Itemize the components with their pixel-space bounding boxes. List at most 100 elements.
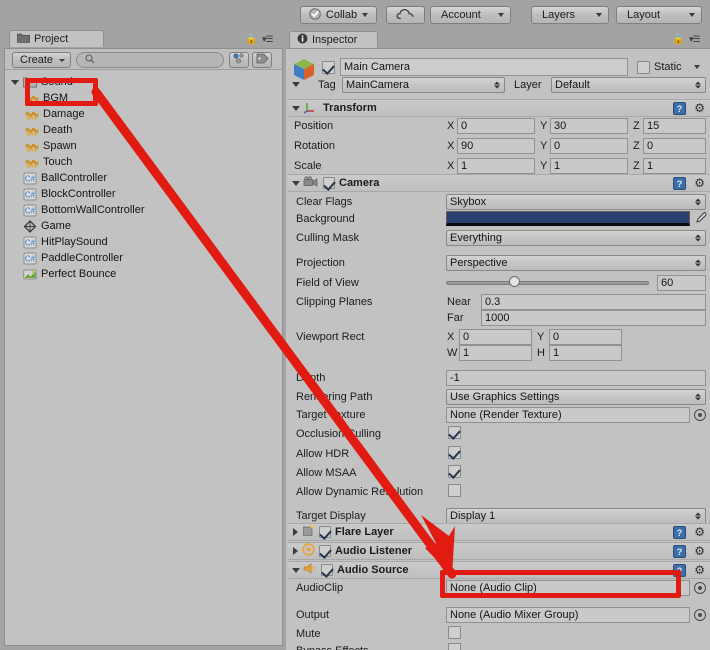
position-y-input[interactable]: 30 [550,118,628,134]
audio-source-enabled-checkbox[interactable] [321,564,333,576]
collab-button[interactable]: Collab [300,6,377,24]
gear-icon[interactable]: ⚙ [694,545,705,557]
foldout-icon[interactable] [292,567,300,573]
foldout-icon[interactable] [292,105,300,111]
object-picker-icon[interactable] [694,609,706,621]
rotation-z-input[interactable]: 0 [643,138,706,154]
help-icon[interactable]: ? [673,177,686,190]
clipping-near-value: 0.3 [485,296,501,308]
audioclip-objectfield[interactable]: None (Audio Clip) [446,580,690,596]
position-x-input[interactable]: 0 [457,118,535,134]
scale-z-input[interactable]: 1 [643,158,706,174]
layer-dropdown[interactable]: Default [551,77,706,93]
viewport-y-input[interactable]: 0 [549,329,622,345]
tab-inspector[interactable]: Inspector [289,31,378,48]
rotation-y-input[interactable]: 0 [550,138,628,154]
viewport-w-input[interactable]: 1 [459,345,532,361]
mute-checkbox[interactable] [448,626,461,639]
static-dropdown-icon[interactable] [694,65,700,69]
layers-button[interactable]: Layers [531,6,609,24]
project-tree-item[interactable]: C# BottomWallController [11,202,145,218]
depth-input[interactable]: -1 [446,370,706,386]
component-header-audio-listener[interactable]: Audio Listener ? ⚙ [288,542,710,560]
clear-flags-dropdown[interactable]: Skybox [446,194,706,210]
bypass-effects-checkbox[interactable] [448,643,461,650]
field-of-view-slider[interactable] [446,281,649,285]
occlusion-culling-checkbox[interactable] [448,426,461,439]
account-button[interactable]: Account [430,6,511,24]
project-tree-item[interactable]: C# BlockController [11,186,116,202]
scale-y-input[interactable]: 1 [550,158,628,174]
create-button[interactable]: Create [12,52,71,68]
help-icon[interactable]: ? [673,545,686,558]
allow-dynamic-resolution-checkbox[interactable] [448,484,461,497]
cloud-button[interactable] [386,6,425,24]
component-header-camera[interactable]: Camera ? ⚙ [288,174,710,192]
culling-mask-dropdown[interactable]: Everything [446,230,706,246]
lock-icon[interactable]: 🔒 [672,34,684,45]
component-header-transform[interactable]: Transform ? ⚙ [288,99,710,117]
project-tree-item[interactable]: C# PaddleController [11,250,123,266]
gear-icon[interactable]: ⚙ [694,102,705,114]
lock-icon[interactable]: 🔒 [245,34,257,45]
project-tree-item[interactable]: Perfect Bounce [11,266,116,282]
target-texture-objectfield[interactable]: None (Render Texture) [446,407,690,423]
target-display-dropdown[interactable]: Display 1 [446,508,706,524]
help-icon[interactable]: ? [673,564,686,577]
layout-button[interactable]: Layout [616,6,702,24]
project-tree-item[interactable]: Damage [25,106,85,122]
background-color-swatch[interactable] [446,211,690,226]
field-of-view-slider-knob[interactable] [509,276,520,287]
panel-menu-icon[interactable]: ▾☰ [689,34,701,45]
rotation-z-value: 0 [647,140,654,152]
object-picker-icon[interactable] [694,582,706,594]
output-objectfield[interactable]: None (Audio Mixer Group) [446,607,690,623]
allow-hdr-checkbox[interactable] [448,446,461,459]
foldout-triangle-icon[interactable] [11,79,19,85]
clipping-far-input[interactable]: 1000 [481,310,706,326]
rendering-path-dropdown[interactable]: Use Graphics Settings [446,389,706,405]
tab-project[interactable]: Project [9,30,104,47]
static-checkbox[interactable] [637,61,650,74]
help-icon[interactable]: ? [673,102,686,115]
project-asset-tree[interactable]: Sound BGM Damage Death Spawn Touch C# BallContr… [5,71,282,645]
component-header-audio-source[interactable]: Audio Source ? ⚙ [288,561,710,579]
gameobject-enabled-checkbox[interactable] [322,61,335,74]
panel-menu-icon[interactable]: ▾☰ [262,34,274,45]
project-tree-item[interactable]: Sound [11,74,73,90]
viewport-x-input[interactable]: 0 [459,329,532,345]
project-tree-item[interactable]: Touch [25,154,72,170]
rotation-x-input[interactable]: 90 [457,138,535,154]
filter-by-label-button[interactable] [252,52,272,68]
gear-icon[interactable]: ⚙ [694,526,705,538]
project-tree-item[interactable]: C# HitPlaySound [11,234,108,250]
gameobject-name-input[interactable]: Main Camera [340,58,628,76]
foldout-icon[interactable] [292,180,300,186]
foldout-icon[interactable] [293,547,298,555]
project-tree-item[interactable]: BGM [25,90,68,106]
scale-x-input[interactable]: 1 [457,158,535,174]
tag-dropdown[interactable]: MainCamera [342,77,505,93]
project-tree-item[interactable]: C# BallController [11,170,107,186]
flare-layer-enabled-checkbox[interactable] [319,526,331,538]
object-picker-icon[interactable] [694,409,706,421]
field-of-view-input[interactable]: 60 [657,275,706,291]
component-header-flare-layer[interactable]: Flare Layer ? ⚙ [288,523,710,541]
filter-by-type-button[interactable] [229,52,249,68]
position-z-input[interactable]: 15 [643,118,706,134]
gear-icon[interactable]: ⚙ [694,564,705,576]
eyedropper-icon[interactable] [693,211,707,229]
project-tree-item[interactable]: Death [25,122,72,138]
help-icon[interactable]: ? [673,526,686,539]
search-input[interactable] [76,52,224,68]
viewport-h-input[interactable]: 1 [549,345,622,361]
clipping-near-input[interactable]: 0.3 [481,294,706,310]
gear-icon[interactable]: ⚙ [694,177,705,189]
foldout-icon[interactable] [293,528,298,536]
project-tree-item[interactable]: Spawn [25,138,77,154]
camera-enabled-checkbox[interactable] [323,177,335,189]
projection-dropdown[interactable]: Perspective [446,255,706,271]
allow-msaa-checkbox[interactable] [448,465,461,478]
project-tree-item[interactable]: Game [11,218,71,234]
audio-listener-enabled-checkbox[interactable] [319,545,331,557]
